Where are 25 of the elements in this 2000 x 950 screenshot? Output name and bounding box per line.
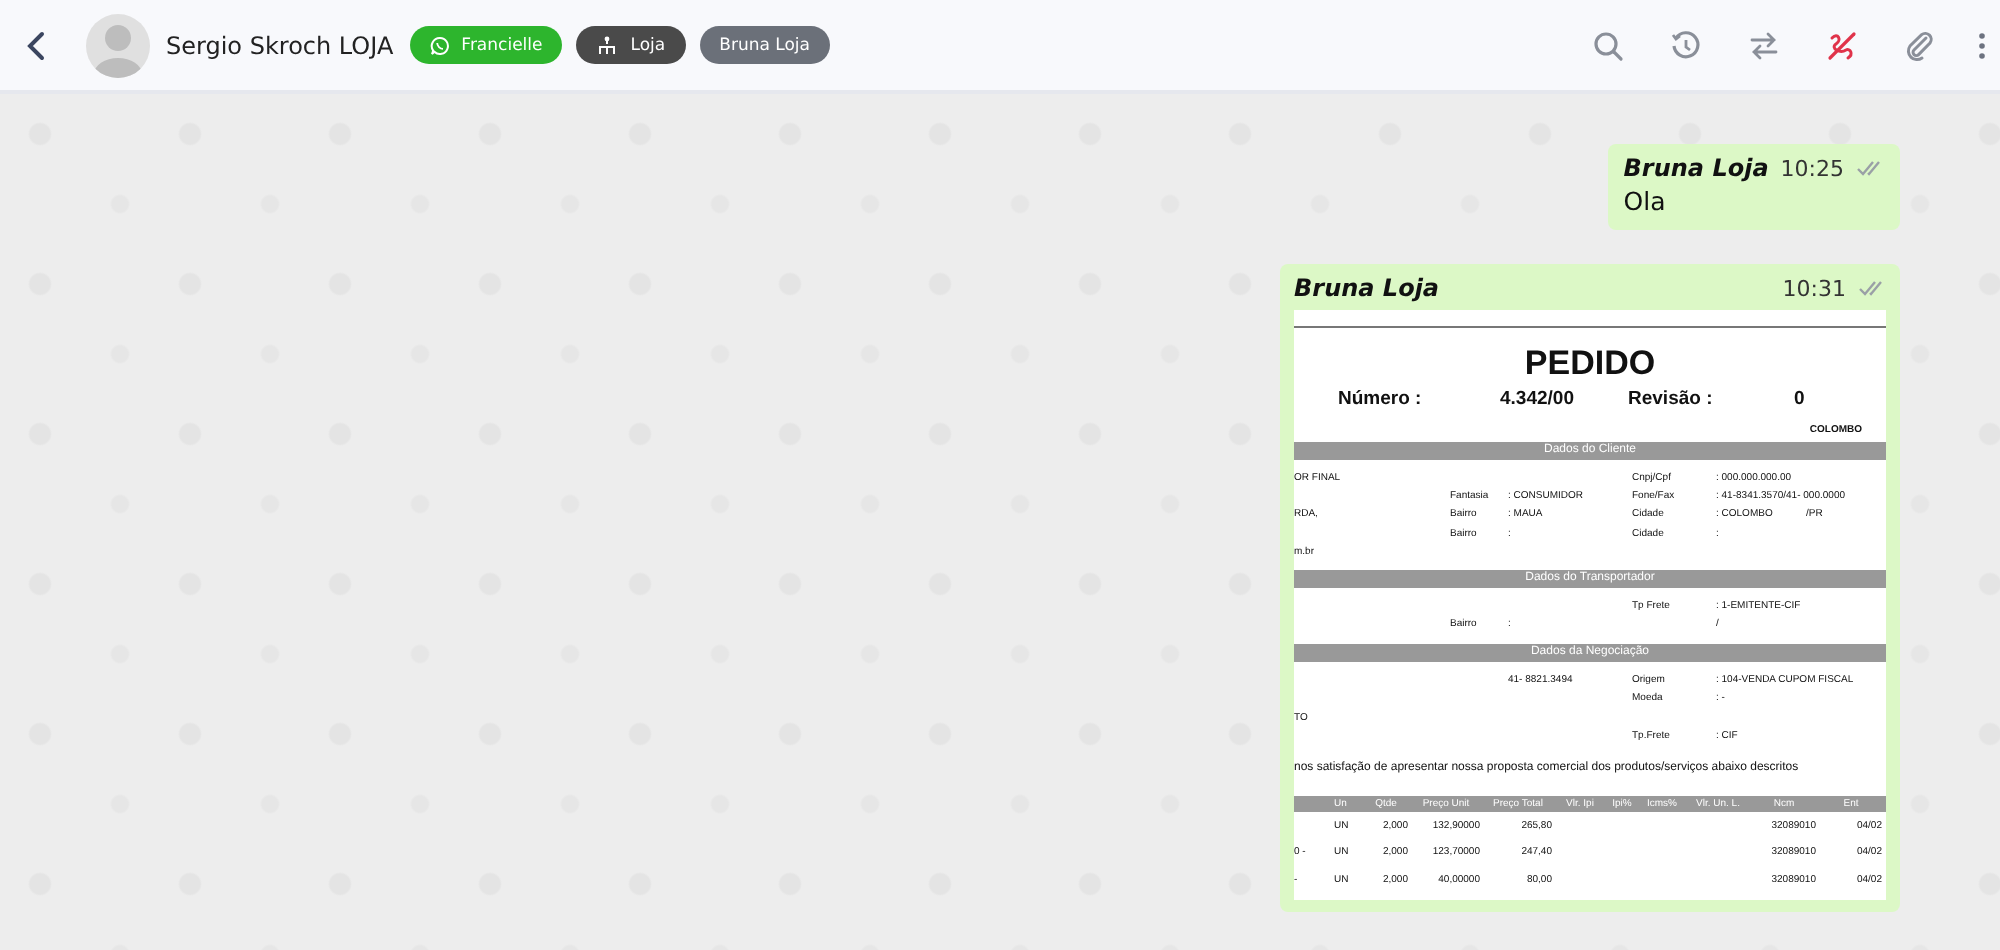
crossed-scribble-icon (1824, 27, 1860, 63)
message-time: 10:25 (1780, 155, 1844, 181)
sender-name: Bruna Loja (1294, 274, 1440, 302)
swap-arrows-icon (1748, 29, 1780, 61)
search-icon (1592, 29, 1624, 61)
double-check-icon (1858, 280, 1886, 296)
message-time: 10:31 (1782, 275, 1846, 301)
contact-tag[interactable]: Francielle (409, 26, 563, 64)
avatar-icon (86, 13, 150, 77)
paperclip-icon (1904, 29, 1936, 61)
document-label: Revisão : (1628, 388, 1715, 410)
whatsapp-icon (429, 35, 450, 55)
message-text: Ola (1623, 186, 1668, 216)
contact-name: Sergio Skroch LOJA (166, 31, 394, 59)
document-label: Número : (1338, 388, 1424, 410)
hierarchy-icon (596, 35, 619, 55)
history-icon (1670, 29, 1702, 61)
contact-tag[interactable]: Loja (576, 26, 686, 64)
double-check-icon (1856, 160, 1884, 176)
chevron-left-icon (24, 29, 48, 61)
vertical-dots-icon (1978, 31, 1986, 59)
document-value: 0 (1794, 388, 1807, 410)
document-title: PEDIDO (1522, 344, 1658, 384)
sender-name: Bruna Loja (1623, 154, 1769, 182)
contact-tag[interactable]: Bruna Loja (699, 26, 830, 64)
